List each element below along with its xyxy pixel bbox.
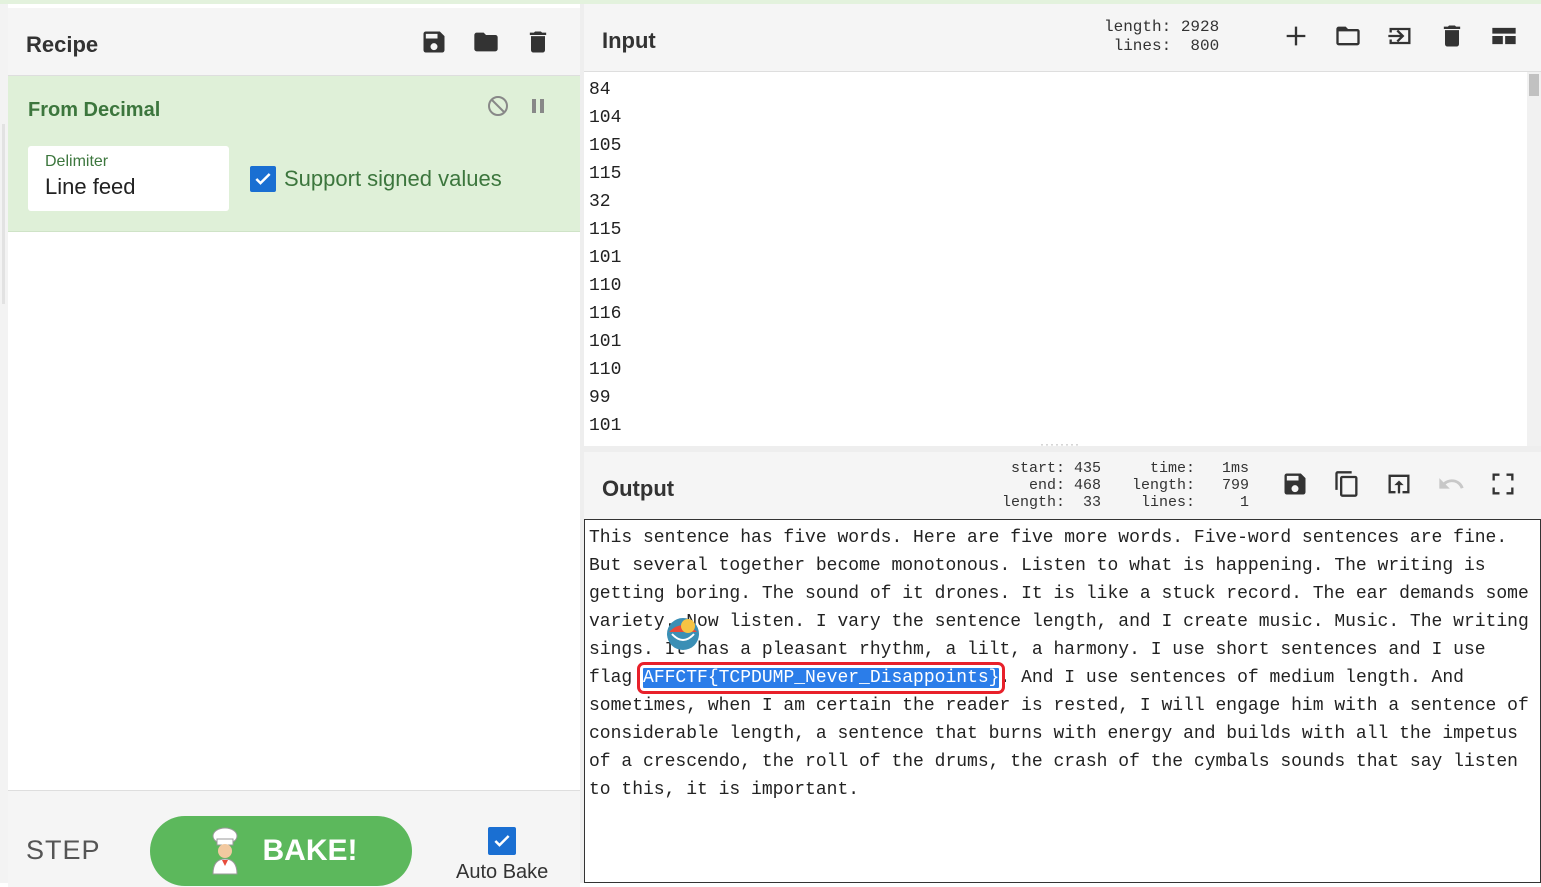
reset-layout-button[interactable] [1488,20,1520,52]
output-stats: time: 1ms length: 799 lines: 1 [1132,460,1250,511]
check-icon [494,835,510,847]
flag-selection[interactable]: AFFCTF{TCPDUMP_Never_Disappoints} [637,662,1006,694]
open-folder-icon [1336,26,1360,46]
input-line: 84 [589,80,611,100]
recipe-panel: Recipe From Decimal Delimiter Line feed [8,4,580,887]
output-line: This sentence has five words. Here are f… [589,528,1508,548]
maximise-output-button[interactable] [1487,468,1519,500]
input-scrollbar[interactable] [1527,72,1541,446]
delimiter-field[interactable]: Delimiter Line feed [28,146,229,211]
output-line: to this, it is important. [589,780,860,800]
replace-input-button[interactable] [1383,468,1415,500]
clear-recipe-button[interactable] [522,26,554,58]
check-icon [255,173,271,185]
input-line: 115 [589,164,622,184]
operation-from-decimal: From Decimal Delimiter Line feed Support… [8,76,580,232]
output-line: But several together become monotonous. … [589,556,1486,576]
recipe-title: Recipe [26,32,99,57]
add-input-button[interactable] [1280,20,1312,52]
input-line: 116 [589,304,622,324]
replace-input-icon [1388,474,1410,494]
support-signed-option[interactable]: Support signed values [250,166,502,192]
clear-input-button[interactable] [1436,20,1468,52]
input-toolbar [1280,20,1520,52]
input-file-icon [1388,27,1411,45]
save-output-button[interactable] [1279,468,1311,500]
input-stats: length: 2928 lines: 800 [1104,18,1220,55]
output-line: variety. Now listen. I vary the sentence… [589,612,1529,632]
input-line: 110 [589,276,622,296]
input-header: Input length: 2928 lines: 800 [584,4,1541,72]
input-textarea[interactable]: 84 104 105 115 32 115 101 110 116 101 11… [584,72,1527,446]
output-flag-line: flag AFFCTF{TCPDUMP_Never_Disappoints}. … [589,662,1540,694]
auto-bake-option[interactable]: Auto Bake [456,827,548,884]
input-line: 110 [589,360,622,380]
save-icon [423,31,445,53]
undo-icon [1439,478,1464,489]
open-input-button[interactable] [1332,20,1364,52]
fullscreen-icon [1492,473,1514,495]
input-line: 101 [589,416,622,436]
step-button[interactable]: STEP [26,835,101,866]
input-line: 105 [589,136,622,156]
delimiter-label: Delimiter [45,153,109,170]
chef-icon [211,827,238,875]
recipe-header: Recipe [8,8,580,76]
input-line: 101 [589,248,622,268]
recipe-footer: STEP BAKE! Auto Bake [8,790,580,887]
delimiter-value: Line feed [45,174,136,199]
input-line: 115 [589,220,622,240]
save-icon [1284,473,1306,495]
recipe-toolbar [418,26,554,58]
input-line: 99 [589,388,611,408]
output-line: of a crescendo, the roll of the drums, t… [589,752,1518,772]
disable-icon[interactable] [486,94,510,118]
selection-stats: start: 435 end: 468 length: 33 [1002,460,1102,511]
input-scroll-thumb[interactable] [1529,74,1539,96]
folder-icon [474,32,498,52]
pause-icon[interactable] [526,94,550,118]
trash-icon [529,31,547,53]
operation-controls [486,94,550,118]
signed-label: Support signed values [284,166,502,191]
undo-button[interactable] [1435,468,1467,500]
left-gutter [0,4,8,883]
output-header: Output start: 435 end: 468 length: 33 ti… [584,452,1541,520]
trash-icon [1443,25,1461,47]
load-recipe-button[interactable] [470,26,502,58]
input-line: 101 [589,332,622,352]
output-line: getting boring. The sound of it drones. … [589,584,1529,604]
output-line: sings. It has a pleasant rhythm, a lilt,… [589,640,1486,660]
input-line: 32 [589,192,611,212]
flag-suffix: . And I use sentences of medium length. … [999,668,1464,688]
flag-prefix: flag [589,668,644,688]
auto-bake-label: Auto Bake [456,861,549,883]
output-line: sometimes, when I am certain the reader … [589,696,1529,716]
bake-label: BAKE! [262,834,358,867]
output-toolbar [1279,468,1519,500]
layout-icon [1492,27,1516,45]
output-textarea[interactable]: This sentence has five words. Here are f… [584,519,1541,883]
output-line: considerable length, a sentence that bur… [589,724,1518,744]
operation-title: From Decimal [28,99,161,121]
input-title: Input [602,28,656,53]
bake-button[interactable]: BAKE! [150,816,412,886]
input-line: 104 [589,108,622,128]
signed-checkbox[interactable] [250,166,276,192]
output-title: Output [602,476,675,501]
copy-icon [1335,471,1358,497]
plus-icon [1286,26,1306,46]
open-file-button[interactable] [1384,20,1416,52]
auto-bake-checkbox[interactable] [488,827,517,855]
copy-output-button[interactable] [1331,468,1363,500]
overlay-badge-icon [667,618,699,650]
save-recipe-button[interactable] [418,26,450,58]
